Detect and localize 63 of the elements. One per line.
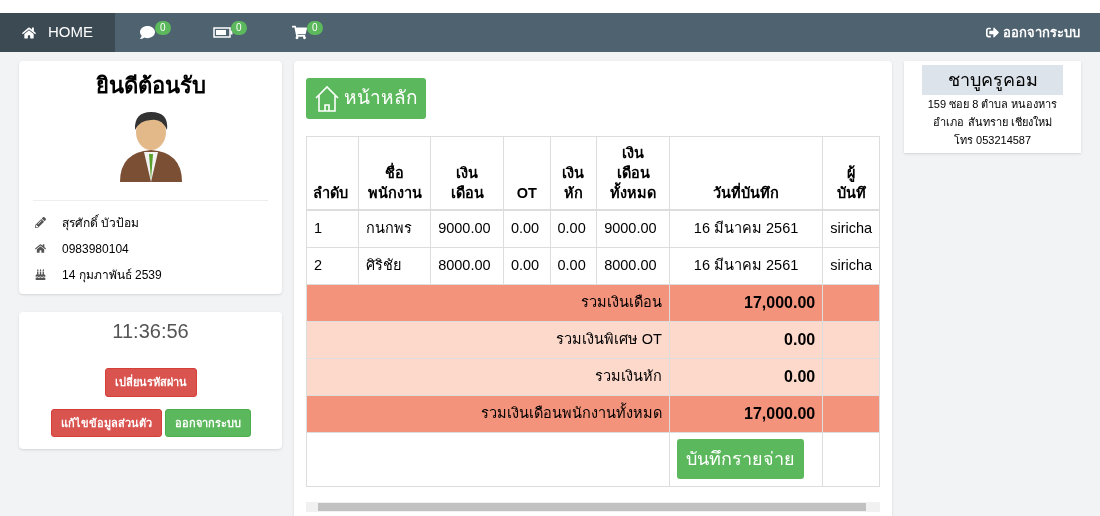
action-button[interactable]: ออกจากระบบ bbox=[164, 408, 251, 437]
table-cell: siricha bbox=[822, 247, 880, 284]
table-cell: 0.00 bbox=[550, 210, 597, 247]
house-icon bbox=[314, 84, 341, 113]
home-nav-link[interactable]: HOME bbox=[0, 13, 115, 52]
pencil-icon bbox=[35, 217, 46, 228]
total-label: รวมเงินพิเศษ OT bbox=[306, 321, 670, 358]
column-header: ชื่อ พนักงาน bbox=[358, 136, 431, 210]
shop-name: ชาบูครูคอม bbox=[922, 65, 1063, 95]
address-line: โทร 053214587 bbox=[954, 133, 1032, 148]
total-value: 0.00 bbox=[669, 321, 823, 358]
column-header: OT bbox=[503, 136, 551, 210]
total-label: รวมเงินหัก bbox=[306, 358, 670, 395]
table-cell: 16 มีนาคม 2561 bbox=[669, 247, 823, 284]
column-header: ผู้ บันทึ bbox=[822, 136, 880, 210]
count-badge: 0 bbox=[231, 21, 247, 35]
table-cell: ศิริชัย bbox=[358, 247, 431, 284]
table-cell: กนกพร bbox=[358, 210, 431, 247]
table-cell: 8000.00 bbox=[430, 247, 504, 284]
column-header: ลำดับ bbox=[306, 136, 359, 210]
battery-nav-link[interactable]: 0 bbox=[191, 13, 267, 52]
count-badge: 0 bbox=[307, 21, 323, 35]
column-header: เงิน เดือน ทั้งหมด bbox=[596, 136, 670, 210]
total-value: 0.00 bbox=[669, 358, 823, 395]
total-value: 17,000.00 bbox=[669, 395, 823, 432]
table-cell: 9000.00 bbox=[430, 210, 504, 247]
home-button[interactable]: หน้าหลัก bbox=[306, 78, 427, 119]
column-header: เงิน หัก bbox=[550, 136, 597, 210]
table-cell: 9000.00 bbox=[596, 210, 670, 247]
comment-icon bbox=[139, 25, 155, 40]
clock-time: 11:36:56 bbox=[112, 319, 189, 344]
home-icon bbox=[35, 243, 46, 254]
total-value: 17,000.00 bbox=[669, 284, 823, 321]
comment-nav-link[interactable]: 0 bbox=[115, 13, 191, 52]
total-label: รวมเงินเดือนพนักงานทั้งหมด bbox=[306, 395, 670, 432]
logout-link[interactable]: ออกจากระบบ bbox=[986, 22, 1080, 43]
table-cell: 2 bbox=[306, 247, 359, 284]
table-cell: 1 bbox=[306, 210, 359, 247]
table-cell: 0.00 bbox=[503, 210, 551, 247]
action-button[interactable]: เปลี่ยนรหัสผ่าน bbox=[104, 368, 197, 397]
logout-icon bbox=[986, 26, 999, 39]
action-button[interactable]: แก้ไขข้อมูลส่วนตัว bbox=[50, 408, 162, 437]
battery-icon bbox=[213, 27, 233, 38]
cart-icon bbox=[291, 25, 307, 40]
table-cell: 0.00 bbox=[503, 247, 551, 284]
table-cell: siricha bbox=[822, 210, 880, 247]
welcome-title: ยินดีต้อนรับ bbox=[94, 72, 207, 100]
profile-detail: 0983980104 bbox=[62, 240, 129, 258]
cake-icon bbox=[35, 269, 46, 280]
profile-detail: สุรศักดิ์ บัวป้อม bbox=[62, 213, 140, 232]
total-label: รวมเงินเดือน bbox=[306, 284, 670, 321]
cart-nav-link[interactable]: 0 bbox=[267, 13, 343, 52]
column-header: วันที่บันทึก bbox=[669, 136, 823, 210]
profile-detail: 14 กุมภาพันธ์ 2539 bbox=[62, 266, 162, 284]
address-line: อำเภอ สันทราย เชียงใหม่ bbox=[933, 115, 1052, 130]
count-badge: 0 bbox=[155, 21, 171, 35]
table-cell: 16 มีนาคม 2561 bbox=[669, 210, 823, 247]
table-cell: 0.00 bbox=[550, 247, 597, 284]
table-cell: 8000.00 bbox=[596, 247, 670, 284]
save-expense-button[interactable]: บันทึกรายจ่าย bbox=[676, 439, 804, 479]
address-line: 159 ซอย 8 ตำบล หนองหาร bbox=[927, 97, 1058, 112]
column-header: เงิน เดือน bbox=[430, 136, 504, 210]
home-icon bbox=[22, 25, 36, 40]
